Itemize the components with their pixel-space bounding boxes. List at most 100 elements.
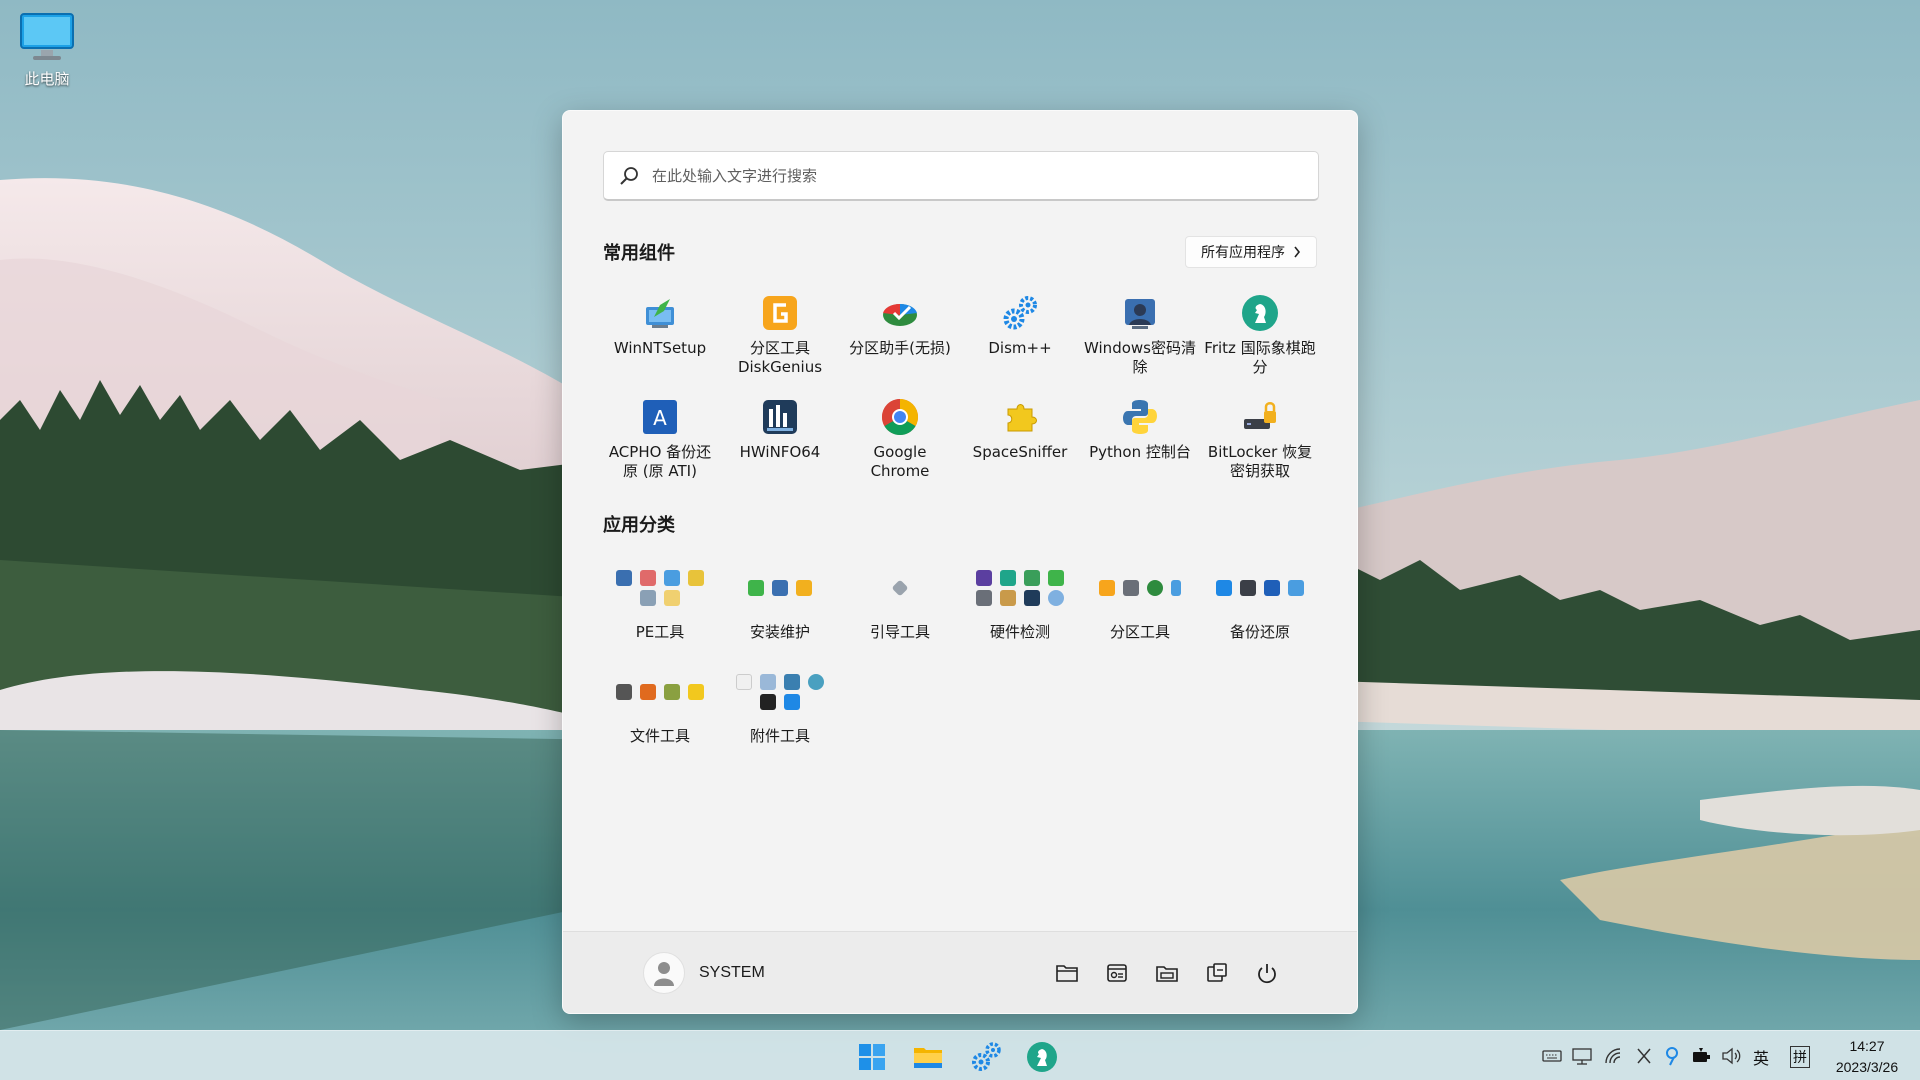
folder-install-icon xyxy=(728,561,832,615)
folder-label: 硬件检测 xyxy=(989,623,1050,641)
ime-mode-indicator[interactable]: 拼 xyxy=(1790,1046,1810,1068)
app-label: Fritz 国际象棋跑分 xyxy=(1204,339,1316,376)
app-partition-assistant[interactable]: 分区助手(无损) xyxy=(840,281,960,385)
dism-gear-icon[interactable] xyxy=(968,1039,1004,1075)
app-label: ACPHO 备份还原 (原 ATI) xyxy=(608,443,712,480)
app-winntsetup[interactable]: WinNTSetup xyxy=(600,281,720,385)
fritz-chess-icon xyxy=(1242,295,1278,331)
avatar xyxy=(643,952,685,994)
app-google-chrome[interactable]: Google Chrome xyxy=(840,385,960,489)
start-menu: 常用组件 所有应用程序 WinNTSetup 分区工具 DiskGenius xyxy=(562,110,1358,1014)
app-dism[interactable]: Dism++ xyxy=(960,281,1080,385)
hwinfo-icon xyxy=(763,400,797,434)
app-acpho[interactable]: A ACPHO 备份还原 (原 ATI) xyxy=(600,385,720,489)
app-label: Google Chrome xyxy=(870,443,930,480)
app-spacesniffer[interactable]: SpaceSniffer xyxy=(960,385,1080,489)
desktop-icon-this-pc[interactable]: 此电脑 xyxy=(10,8,84,94)
app-diskgenius[interactable]: 分区工具 DiskGenius xyxy=(720,281,840,385)
volume-icon[interactable] xyxy=(1720,1046,1742,1066)
keyboard-icon[interactable] xyxy=(1541,1046,1563,1066)
task-manager-icon[interactable] xyxy=(1203,959,1231,987)
spacesniffer-icon xyxy=(1007,404,1037,432)
partition-assistant-icon xyxy=(883,303,917,326)
folder-partition[interactable]: 分区工具 xyxy=(1080,553,1200,657)
svg-text:A: A xyxy=(653,406,667,430)
all-apps-label: 所有应用程序 xyxy=(1201,245,1285,261)
app-label: Python 控制台 xyxy=(1089,443,1191,461)
taskbar: 英 拼 14:27 2023/3/26 xyxy=(0,1030,1920,1080)
network-monitor-icon[interactable] xyxy=(1571,1046,1593,1066)
acpho-icon: A xyxy=(643,400,677,434)
clock[interactable]: 14:27 2023/3/26 xyxy=(1822,1036,1912,1078)
categories-section-title: 应用分类 xyxy=(603,515,675,536)
clock-time: 14:27 xyxy=(1849,1038,1885,1054)
search-input[interactable] xyxy=(652,166,1292,185)
monitor-icon xyxy=(20,13,74,60)
folder-partition-icon xyxy=(1088,561,1192,615)
user-icon xyxy=(654,962,674,986)
folder-hardware[interactable]: 硬件检测 xyxy=(960,553,1080,657)
file-explorer-icon[interactable] xyxy=(910,1039,946,1075)
categories-grid: PE工具 安装维护 引导工具 硬件检测 分区工具 备份还原 文件工具 附件工具 xyxy=(600,553,1320,761)
user-account-button[interactable]: SYSTEM xyxy=(643,952,765,994)
control-panel-icon[interactable] xyxy=(1103,959,1131,987)
app-fritz-chess[interactable]: Fritz 国际象棋跑分 xyxy=(1200,281,1320,385)
winntsetup-icon xyxy=(646,299,674,328)
app-label: Windows密码清除 xyxy=(1084,339,1196,376)
password-clear-icon xyxy=(1125,299,1155,329)
bitlocker-icon xyxy=(1244,402,1276,429)
folder-file-tools[interactable]: 文件工具 xyxy=(600,657,720,761)
app-label: HWiNFO64 xyxy=(739,443,821,461)
folder-label: 引导工具 xyxy=(869,623,930,641)
folder-label: 安装维护 xyxy=(749,623,810,641)
search-box[interactable] xyxy=(603,151,1319,201)
wifi-icon[interactable] xyxy=(1603,1046,1625,1066)
folder-accessories[interactable]: 附件工具 xyxy=(720,657,840,761)
folder-label: 分区工具 xyxy=(1109,623,1170,641)
user-name: SYSTEM xyxy=(699,964,765,981)
start-menu-footer: SYSTEM xyxy=(563,931,1357,1013)
desktop-icon-label: 此电脑 xyxy=(24,70,70,88)
search-icon xyxy=(620,166,638,185)
pinned-apps-grid: WinNTSetup 分区工具 DiskGenius 分区助手(无损) Dism… xyxy=(600,281,1320,489)
app-python-console[interactable]: Python 控制台 xyxy=(1080,385,1200,489)
dism-gear-icon xyxy=(1003,296,1037,330)
x-icon[interactable] xyxy=(1633,1046,1655,1066)
app-label: SpaceSniffer xyxy=(972,443,1068,461)
windows-start-icon[interactable] xyxy=(854,1039,890,1075)
power-icon[interactable] xyxy=(1253,959,1281,987)
folder-pe-tools[interactable]: PE工具 xyxy=(600,553,720,657)
location-icon[interactable] xyxy=(1661,1046,1683,1066)
app-label: 分区助手(无损) xyxy=(849,339,951,357)
clock-date: 2023/3/26 xyxy=(1835,1059,1899,1075)
folder-backup-icon xyxy=(1208,561,1312,615)
folder-label: 附件工具 xyxy=(749,727,810,745)
chrome-icon xyxy=(881,399,919,436)
folder-backup[interactable]: 备份还原 xyxy=(1200,553,1320,657)
folder-hardware-icon xyxy=(968,561,1072,615)
app-hwinfo64[interactable]: HWiNFO64 xyxy=(720,385,840,489)
fritz-chess-icon[interactable] xyxy=(1024,1039,1060,1075)
folder-pe-tools-icon xyxy=(608,561,712,615)
ime-language-indicator[interactable]: 英 xyxy=(1753,1045,1769,1069)
app-windows-password-clear[interactable]: Windows密码清除 xyxy=(1080,281,1200,385)
folder-label: PE工具 xyxy=(635,623,685,641)
folder-boot-icon xyxy=(848,561,952,615)
folder-label: 备份还原 xyxy=(1229,623,1290,641)
battery-icon[interactable] xyxy=(1691,1046,1713,1066)
folder-icon[interactable] xyxy=(1053,959,1081,987)
all-apps-button[interactable]: 所有应用程序 xyxy=(1185,236,1317,268)
app-bitlocker-recovery[interactable]: BitLocker 恢复密钥获取 xyxy=(1200,385,1320,489)
chevron-right-icon xyxy=(1294,246,1301,258)
app-label: WinNTSetup xyxy=(613,339,707,357)
explorer-icon[interactable] xyxy=(1153,959,1181,987)
folder-label: 文件工具 xyxy=(629,727,690,745)
folder-file-tools-icon xyxy=(608,665,712,719)
diskgenius-icon xyxy=(763,296,797,330)
app-label: 分区工具 DiskGenius xyxy=(737,339,823,376)
python-icon xyxy=(1123,400,1157,434)
folder-install[interactable]: 安装维护 xyxy=(720,553,840,657)
app-label: Dism++ xyxy=(988,339,1052,357)
folder-boot[interactable]: 引导工具 xyxy=(840,553,960,657)
pinned-section-title: 常用组件 xyxy=(603,243,675,264)
